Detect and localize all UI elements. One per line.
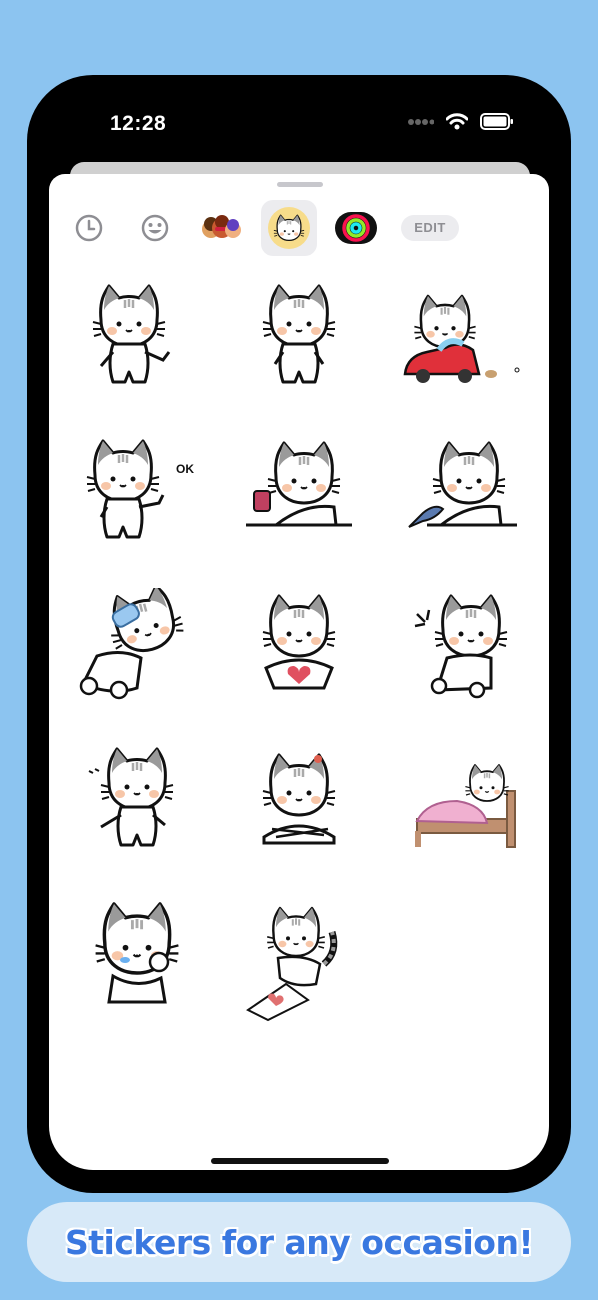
signal-dots-icon [408,118,434,125]
tab-emoji[interactable] [127,200,183,256]
sticker-cat-in-bed[interactable] [387,743,537,873]
tab-recents[interactable] [61,200,117,256]
battery-icon [480,113,513,130]
tab-memoji[interactable] [194,200,250,256]
sticker-cat-drinking[interactable] [224,433,374,563]
sticker-cat-arms-crossed[interactable] [224,743,374,873]
ok-label: OK [176,462,194,476]
status-icons [408,113,514,130]
edit-button[interactable]: EDIT [401,215,459,241]
clock-icon [75,214,103,242]
tab-cat-stickers[interactable] [261,200,317,256]
sticker-cat-laughing[interactable] [387,588,537,718]
caption-banner: Stickers for any occasion! [27,1202,571,1282]
sticker-drawer: EDIT OK [49,174,549,1170]
activity-rings-icon [335,212,377,244]
caption-text: Stickers for any occasion! [64,1222,534,1262]
sticker-cat-holding-heart[interactable] [224,588,374,718]
home-indicator[interactable] [211,1158,389,1164]
sticker-cat-ok[interactable]: OK [61,433,211,563]
sticker-cat-drawing-heart[interactable] [224,898,374,1028]
sticker-cat-dancing[interactable] [61,743,211,873]
sticker-cat-waving[interactable] [61,278,211,408]
memoji-icon [202,215,241,238]
cat-sticker-pack-icon [268,207,310,249]
sticker-cat-drinking-bottle[interactable] [61,588,211,718]
tab-activity[interactable] [328,200,384,256]
sticker-cat-crying[interactable] [61,898,211,1028]
sticker-cat-with-fish[interactable] [387,433,537,563]
sticker-cat-standing[interactable] [224,278,374,408]
sheet-grabber[interactable] [277,182,323,187]
wifi-icon [446,113,468,130]
sticker-tabs: EDIT [49,200,549,256]
sticker-cat-driving-car[interactable] [387,278,537,408]
status-time: 12:28 [110,112,167,135]
smiley-icon [141,214,169,242]
